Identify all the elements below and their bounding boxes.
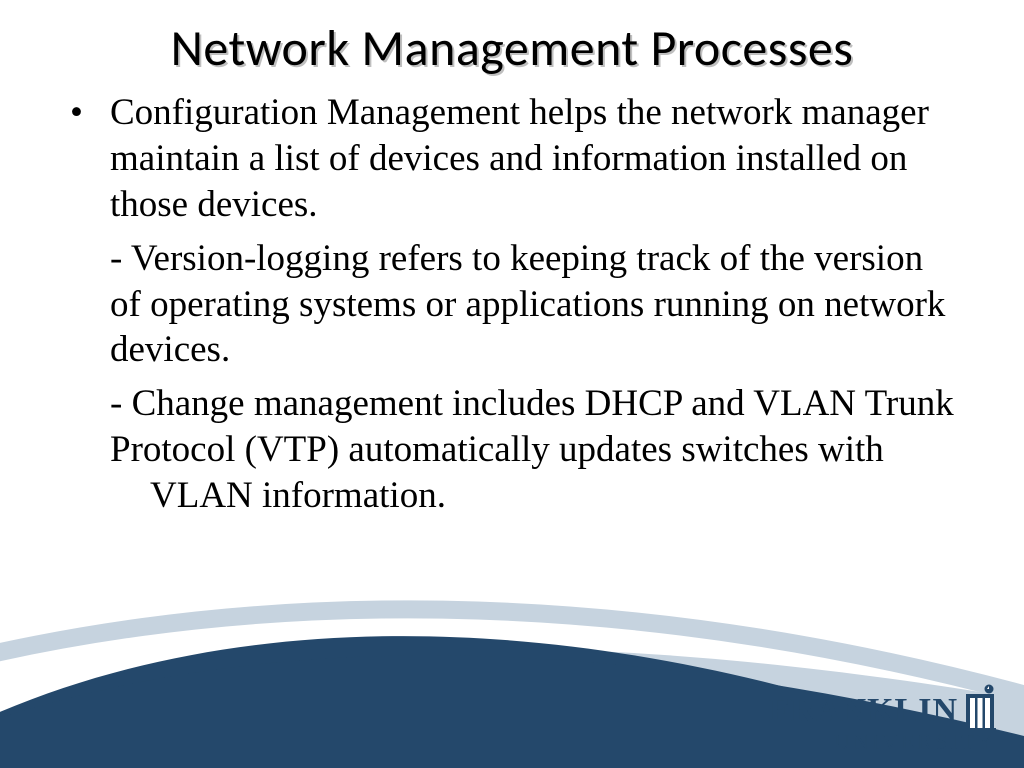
sub-bullet-2-line1: - Change management includes DHCP and VL… <box>110 383 954 470</box>
bullet-item: • Configuration Management helps the net… <box>70 90 960 228</box>
logo-name-top: FRANKLIN <box>769 695 958 726</box>
slide-body: • Configuration Management helps the net… <box>70 90 960 519</box>
sub-bullet-2: - Change management includes DHCP and VL… <box>110 381 960 519</box>
bullet-marker: • <box>70 90 110 228</box>
sub-bullet-1: - Version-logging refers to keeping trac… <box>110 236 960 374</box>
slide: Network Management Processes • Configura… <box>0 0 1024 768</box>
logo-name-bottom: UNIVERSITY <box>769 728 996 752</box>
sub-bullet-2-line2: VLAN information. <box>150 473 960 519</box>
franklin-logo: FRANKLIN UNIVERSITY <box>769 686 996 752</box>
bullet-text: Configuration Management helps the netwo… <box>110 90 960 228</box>
logo-top-row: FRANKLIN <box>769 686 996 726</box>
logo-tower-icon <box>964 686 996 726</box>
slide-title: Network Management Processes <box>0 18 1024 79</box>
